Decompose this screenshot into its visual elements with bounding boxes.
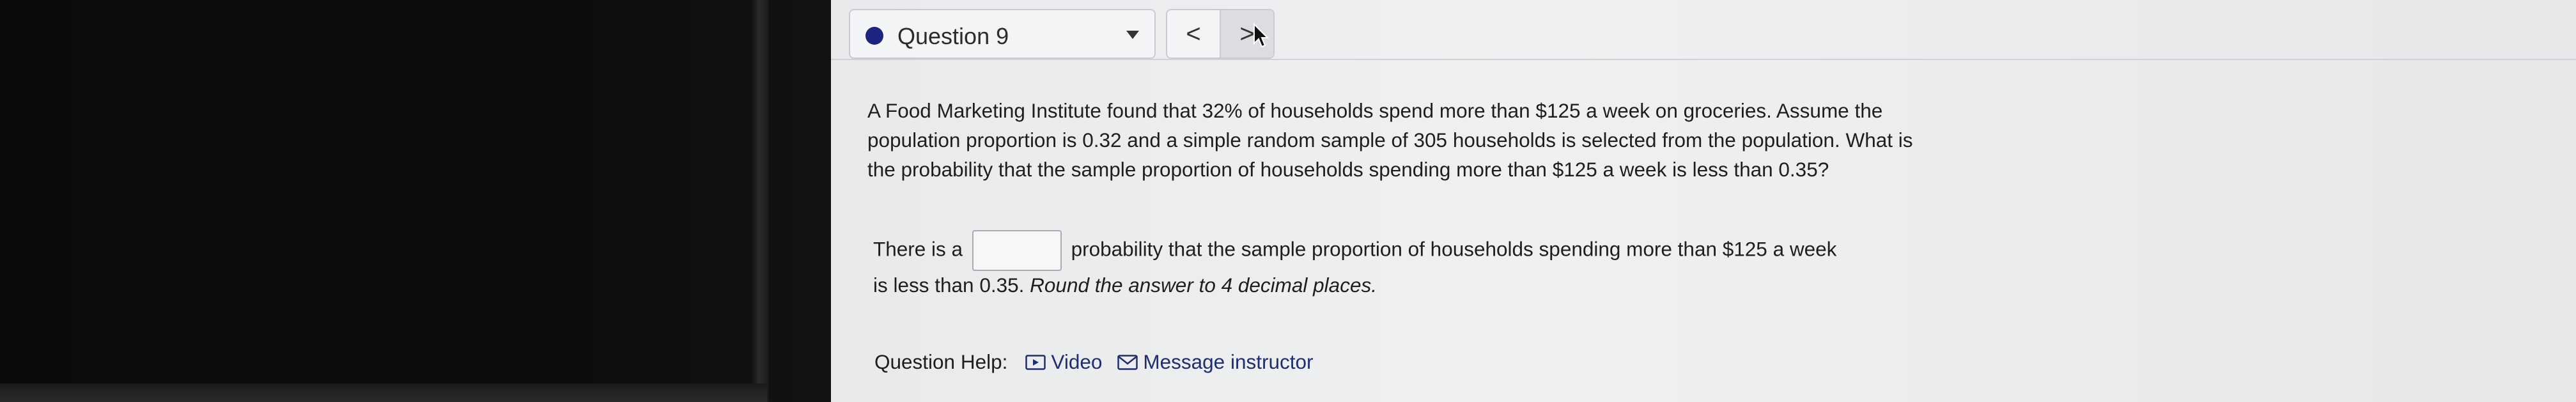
monitor-bezel-bottom bbox=[0, 383, 767, 402]
question-page: Question 9 < > A Food Marketing Institut… bbox=[831, 0, 2576, 402]
answer-suffix: probability that the sample proportion o… bbox=[1071, 237, 1837, 261]
message-instructor-label: Message instructor bbox=[1143, 350, 1314, 373]
question-dropdown[interactable]: Question 9 bbox=[849, 9, 1156, 59]
question-body: A Food Marketing Institute found that 32… bbox=[867, 99, 1913, 181]
answer-sentence-line-2: is less than 0.35. Round the answer to 4… bbox=[873, 274, 1377, 297]
question-status-dot bbox=[865, 27, 883, 45]
question-help-label: Question Help: bbox=[874, 350, 1008, 373]
message-instructor-link[interactable]: Message instructor bbox=[1117, 350, 1313, 374]
answer-prefix: There is a bbox=[873, 237, 963, 261]
monitor-bezel-edge bbox=[751, 0, 769, 402]
video-help-link[interactable]: Video bbox=[1025, 350, 1102, 374]
answer-input[interactable] bbox=[972, 230, 1062, 271]
question-number-label: Question 9 bbox=[897, 23, 1009, 49]
nav-divider bbox=[831, 59, 2576, 60]
answer-line2-text: is less than 0.35. bbox=[873, 274, 1025, 297]
answer-sentence-line-1: There is a probability that the sample p… bbox=[873, 230, 1836, 271]
mail-icon bbox=[1117, 354, 1138, 370]
previous-question-button[interactable]: < bbox=[1167, 10, 1220, 58]
chevron-down-icon bbox=[1126, 31, 1139, 39]
dark-background bbox=[0, 0, 831, 402]
video-link-label: Video bbox=[1051, 350, 1103, 373]
rounding-instruction: Round the answer to 4 decimal places. bbox=[1030, 274, 1377, 297]
video-icon bbox=[1025, 354, 1046, 370]
question-navigation: Question 9 < > bbox=[840, 6, 2566, 59]
question-help-row: Question Help: Video Message instructor bbox=[874, 350, 1328, 374]
